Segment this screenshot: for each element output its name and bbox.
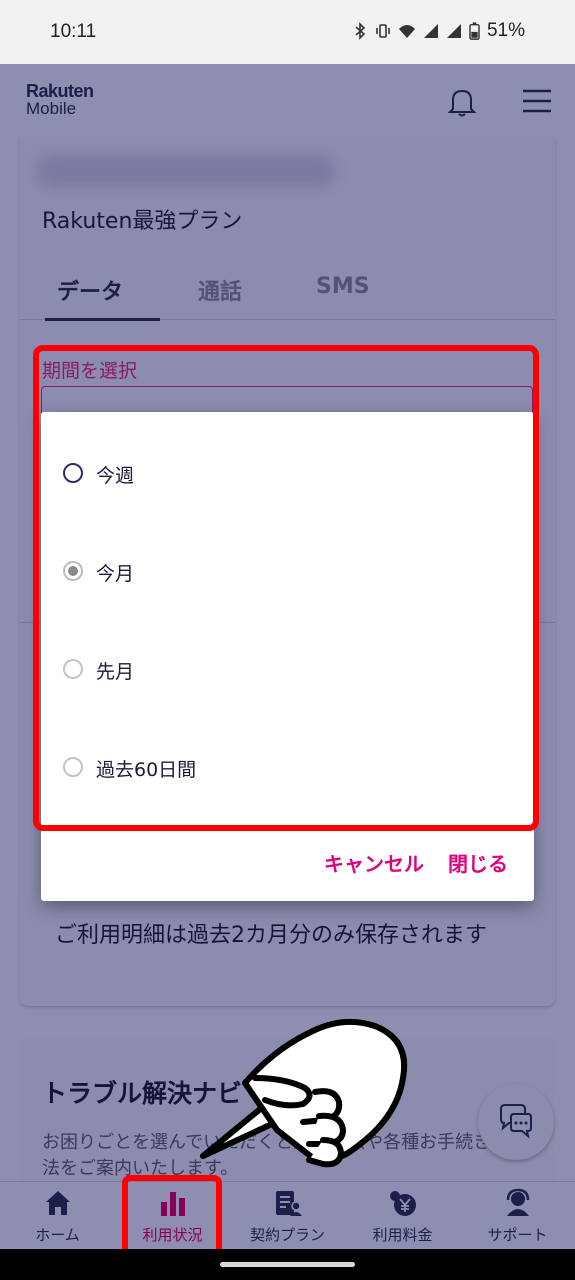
dialog-actions: キャンセル 閉じる bbox=[41, 848, 534, 880]
chat-button[interactable] bbox=[478, 1084, 554, 1160]
cancel-button[interactable]: キャンセル bbox=[324, 848, 424, 877]
battery-percent: 51% bbox=[486, 20, 525, 41]
contract-icon bbox=[276, 1191, 302, 1216]
nav-item-support[interactable]: サポート bbox=[460, 1182, 575, 1250]
pointing-hand-icon bbox=[200, 1018, 408, 1168]
nav-label: 利用料金 bbox=[372, 1226, 433, 1244]
bell-icon[interactable] bbox=[447, 86, 477, 118]
battery-icon bbox=[469, 22, 480, 40]
bottom-nav: ホーム 利用状況 契約プラン 利用料金 サポート bbox=[0, 1181, 575, 1249]
signal-icon bbox=[446, 24, 461, 38]
home-icon bbox=[46, 1191, 70, 1215]
status-time: 10:11 bbox=[50, 21, 97, 42]
tab-data[interactable]: データ bbox=[57, 274, 123, 306]
rakuten-mobile-logo[interactable]: Rakuten Mobile bbox=[26, 82, 94, 118]
nav-label: サポート bbox=[487, 1226, 548, 1244]
hamburger-menu-icon[interactable] bbox=[522, 88, 552, 114]
close-button[interactable]: 閉じる bbox=[448, 848, 508, 877]
chat-bubbles-icon bbox=[500, 1104, 532, 1139]
bluetooth-icon bbox=[355, 22, 366, 40]
usage-tabs: データ 通話 SMS bbox=[20, 268, 555, 321]
blurred-phone-number bbox=[36, 154, 336, 188]
logo-line1: Rakuten bbox=[26, 81, 94, 101]
tab-sms[interactable]: SMS bbox=[316, 274, 370, 299]
plan-name: Rakuten最強プラン bbox=[42, 209, 243, 234]
nav-label: ホーム bbox=[35, 1226, 80, 1244]
nav-item-home[interactable]: ホーム bbox=[0, 1182, 115, 1250]
nav-item-fees[interactable]: 利用料金 bbox=[345, 1182, 460, 1250]
vibrate-icon bbox=[376, 24, 390, 38]
yen-icon bbox=[390, 1191, 416, 1216]
wifi-icon bbox=[398, 25, 415, 38]
support-icon bbox=[506, 1188, 530, 1216]
app-header: Rakuten Mobile bbox=[0, 64, 575, 136]
active-tab-indicator bbox=[45, 318, 160, 321]
nav-label: 契約プラン bbox=[249, 1226, 325, 1244]
status-bar: 10:11 51% bbox=[0, 0, 575, 64]
system-nav-bar bbox=[0, 1249, 575, 1280]
logo-line2: Mobile bbox=[26, 99, 77, 118]
storage-note: ご利用明細は過去2カ月分のみ保存されます bbox=[55, 923, 487, 948]
signal-icon bbox=[423, 24, 438, 38]
highlight-frame bbox=[33, 345, 539, 831]
status-icons: 51% bbox=[352, 20, 525, 42]
home-gesture-pill[interactable] bbox=[220, 1262, 355, 1267]
nav-item-contract[interactable]: 契約プラン bbox=[230, 1182, 345, 1250]
tab-calls[interactable]: 通話 bbox=[198, 274, 242, 306]
